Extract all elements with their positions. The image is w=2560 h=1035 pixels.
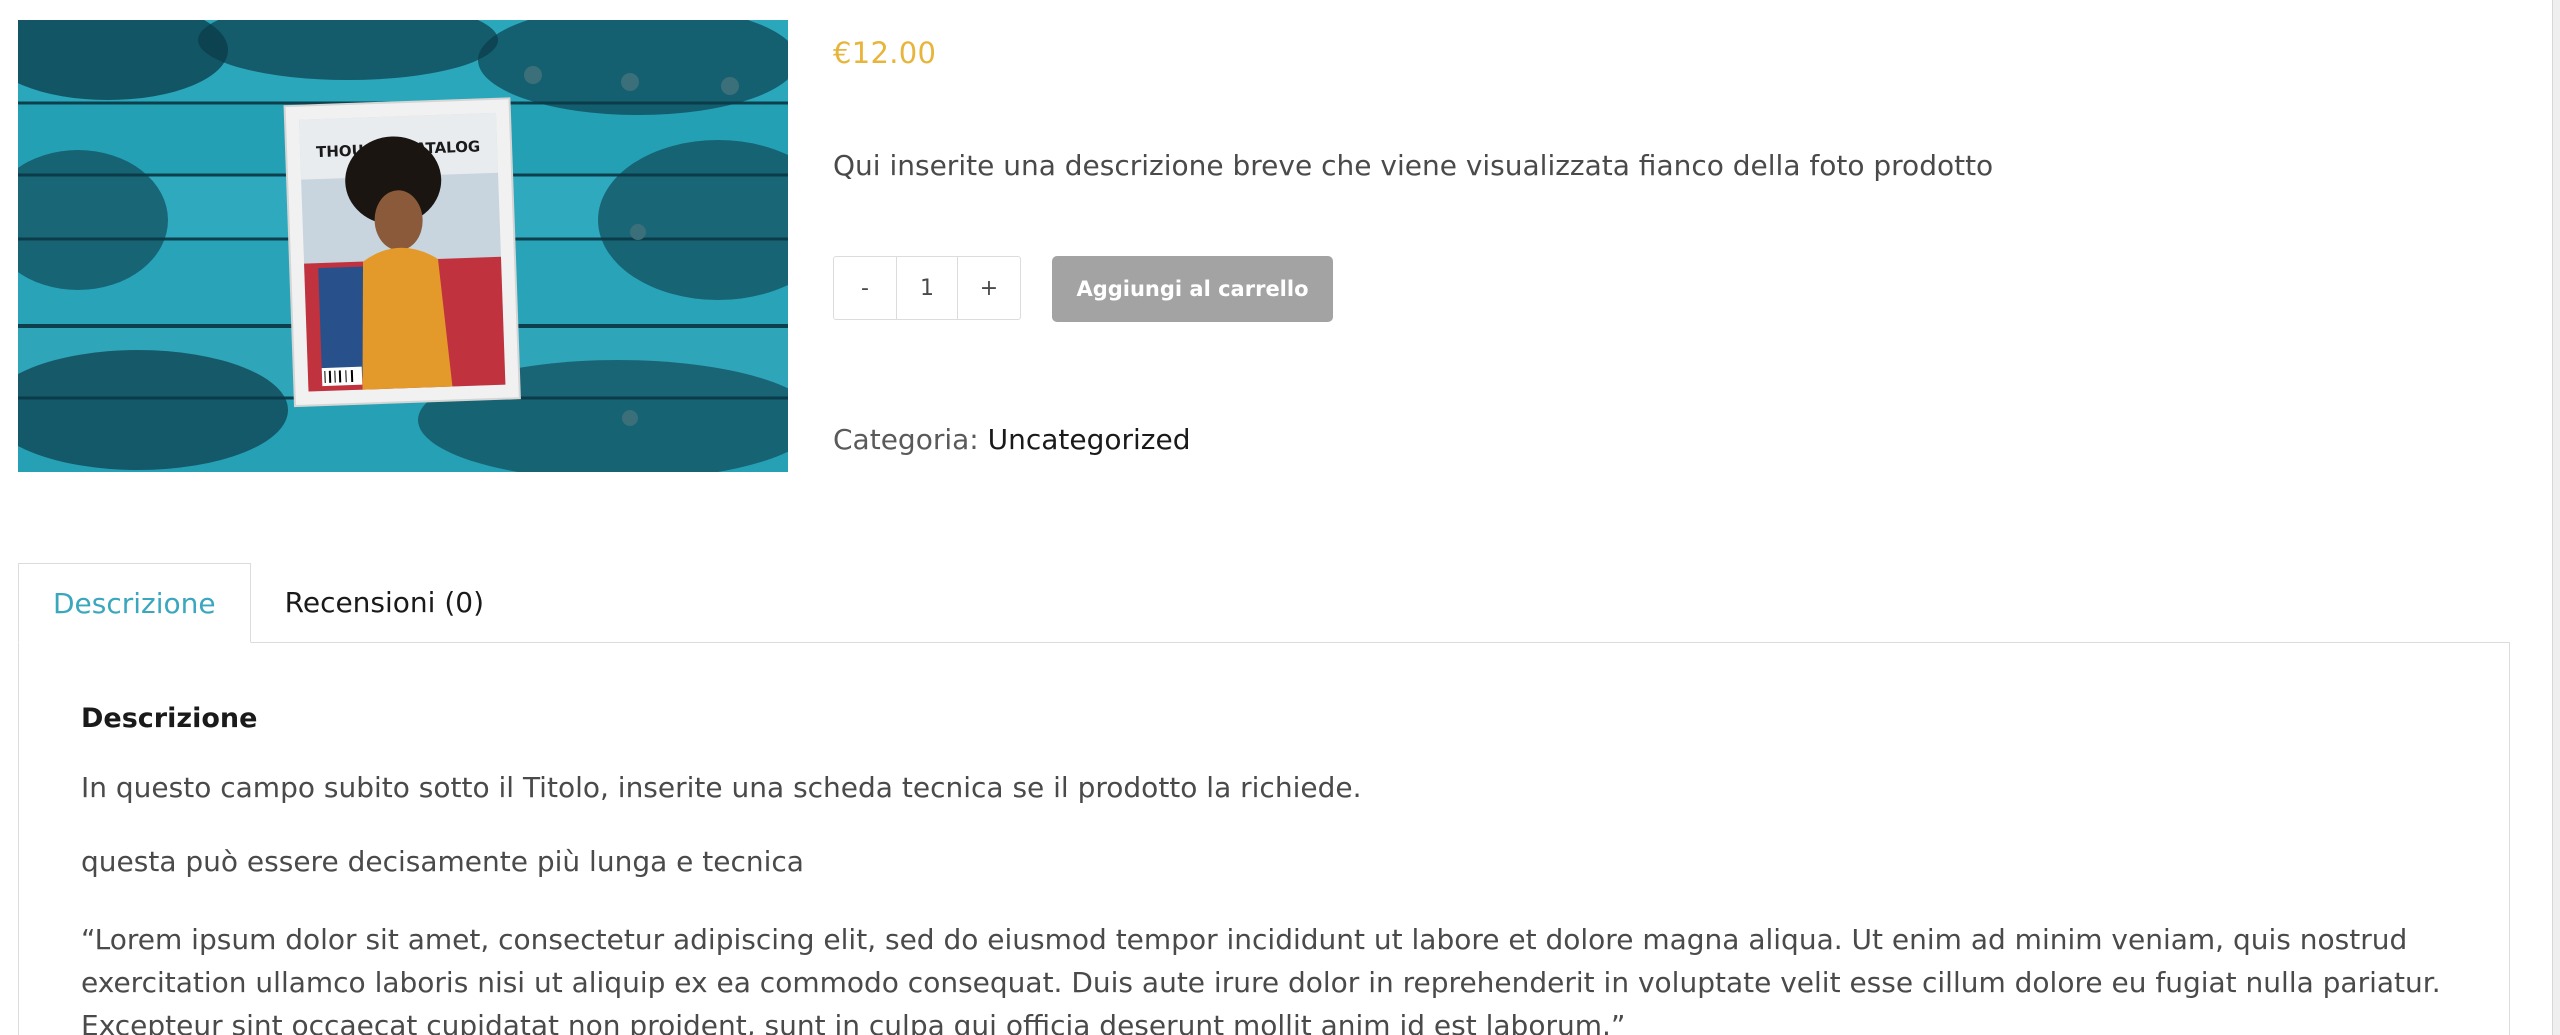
panel-heading: Descrizione <box>81 703 258 734</box>
product-category: Categoria: Uncategorized <box>833 423 1191 456</box>
panel-paragraph: “Lorem ipsum dolor sit amet, consectetur… <box>81 923 2441 1035</box>
category-link[interactable]: Uncategorized <box>988 423 1191 456</box>
panel-paragraph: questa può essere decisamente più lunga … <box>81 845 804 878</box>
quantity-input[interactable]: 1 <box>896 257 958 319</box>
product-short-description: Qui inserite una descrizione breve che v… <box>833 149 1994 182</box>
description-panel: Descrizione In questo campo subito sotto… <box>18 642 2510 1035</box>
scrollbar[interactable] <box>2552 0 2560 1035</box>
quantity-minus-button[interactable]: - <box>834 257 896 319</box>
panel-paragraph: In questo campo subito sotto il Titolo, … <box>81 771 1362 804</box>
category-label: Categoria: <box>833 423 979 456</box>
product-tabs: Descrizione Recensioni (0) <box>18 563 518 643</box>
tab-reviews[interactable]: Recensioni (0) <box>251 563 518 642</box>
product-page: THOUGHT CATALOG €12.00 Qui inserite una … <box>0 0 2560 1035</box>
tab-description[interactable]: Descrizione <box>18 563 251 643</box>
product-image[interactable]: THOUGHT CATALOG <box>18 20 788 472</box>
quantity-plus-button[interactable]: + <box>958 257 1020 319</box>
product-price: €12.00 <box>833 36 937 70</box>
magazine-photo: THOUGHT CATALOG <box>18 20 788 472</box>
quantity-stepper: - 1 + <box>833 256 1021 320</box>
add-to-cart-button[interactable]: Aggiungi al carrello <box>1052 256 1333 322</box>
